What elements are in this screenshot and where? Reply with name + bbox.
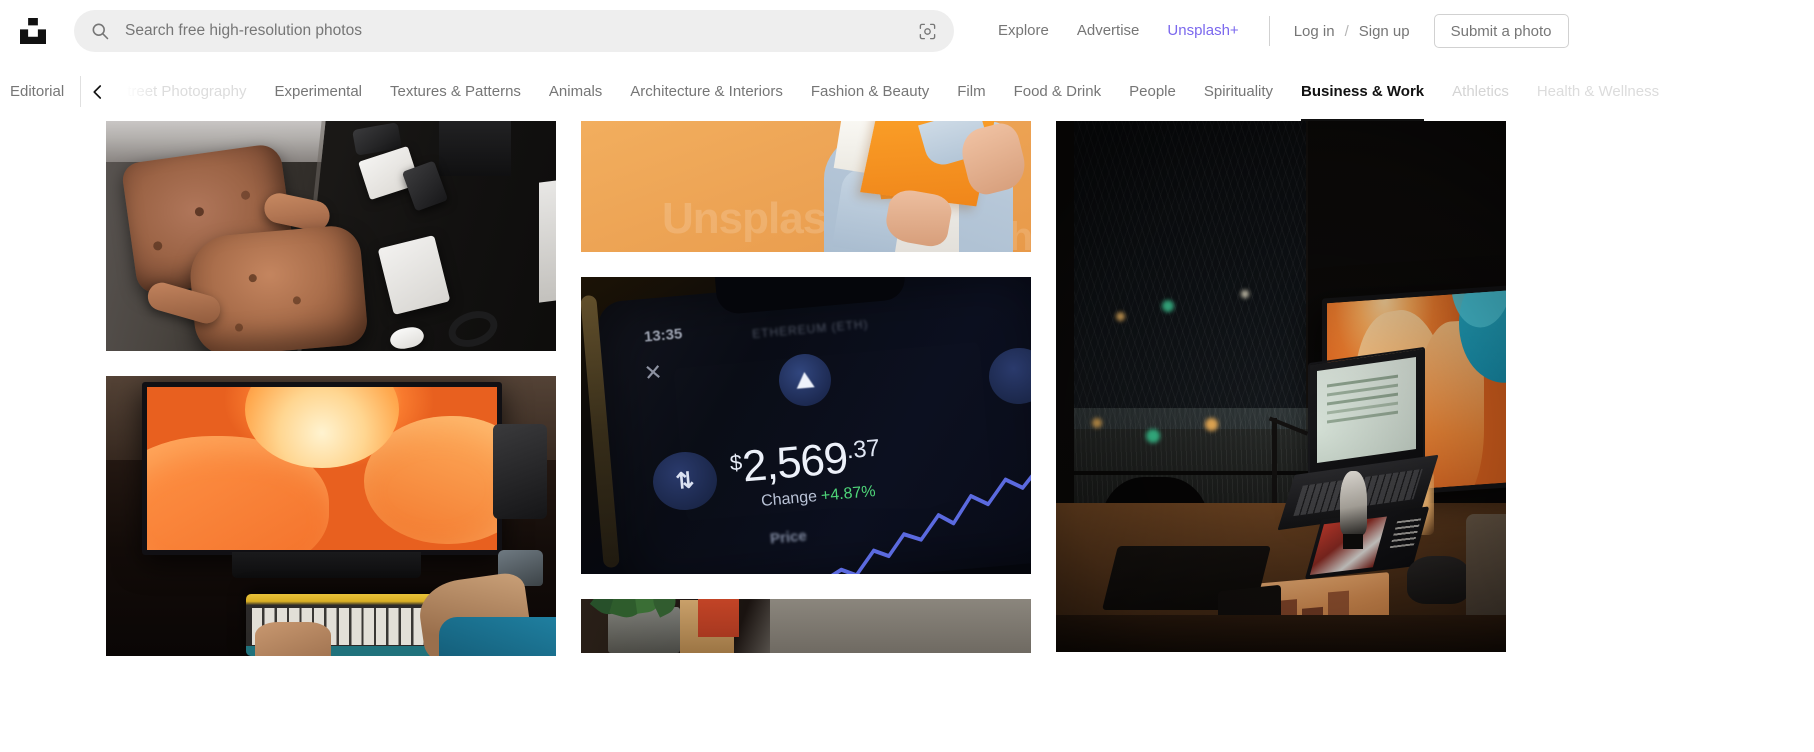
photo-crypto-phone[interactable]: 13:35 ETHEREUM (ETH) ✕ ⇅ $2,569.37 Chang… [581,277,1031,574]
category-item-architecture-interiors[interactable]: Architecture & Interiors [616,62,797,121]
swap-arrows-icon[interactable]: ⇅ [650,449,720,513]
category-item-athletics[interactable]: Athletics [1438,62,1523,121]
category-right-fade [1744,62,1814,121]
grid-column-1 [106,121,556,752]
category-item-film[interactable]: Film [943,62,999,121]
close-x-icon[interactable]: ✕ [643,359,664,387]
header-link-explore[interactable]: Explore [984,0,1063,62]
photo-night-desk-setup[interactable] [1056,121,1506,652]
category-item-health-wellness[interactable]: Health & Wellness [1523,62,1673,121]
photo-grid: Unsplash Unsplash 13:35 ETHEREUM (ETH) ✕… [0,121,1814,752]
header-link-advertise[interactable]: Advertise [1063,0,1154,62]
unsplash-logo[interactable] [10,0,56,62]
crypto-chart-line [824,455,1031,574]
photo-watermark-2: Unsplash [860,215,1031,252]
login-link[interactable]: Log in [1286,23,1343,40]
search-icon [90,21,110,41]
category-nav: Editorial Street Photography Experimenta… [0,62,1814,121]
crypto-action-right[interactable] [986,345,1031,407]
photo-woman-orange-folder[interactable]: Unsplash Unsplash [581,121,1031,252]
phone-status-time: 13:35 [643,325,684,347]
category-item-spirituality[interactable]: Spirituality [1190,62,1287,121]
category-item-textures-patterns[interactable]: Textures & Patterns [376,62,535,121]
auth-group: Log in / Sign up Submit a photo [1286,14,1569,48]
crypto-currency-symbol: $ [728,449,743,476]
photo-watermark: Unsplash [662,194,853,244]
grid-column-3 [1056,121,1506,752]
crypto-price-cents: .37 [844,434,881,465]
category-scroll-area: Street Photography Experimental Textures… [81,62,1814,121]
ethereum-icon [776,352,834,409]
site-header: Explore Advertise Unsplash+ Log in / Sig… [0,0,1814,62]
submit-a-photo-button[interactable]: Submit a photo [1433,14,1569,48]
category-item-people[interactable]: People [1115,62,1190,121]
header-divider [1268,16,1270,46]
signup-link[interactable]: Sign up [1351,23,1418,40]
category-item-fashion-beauty[interactable]: Fashion & Beauty [797,62,943,121]
crypto-price: $2,569.37 [728,431,883,494]
grid-column-2: Unsplash Unsplash 13:35 ETHEREUM (ETH) ✕… [581,121,1031,752]
visual-search-icon[interactable] [914,18,940,44]
search-bar[interactable] [74,10,954,52]
chevron-left-icon [93,84,102,99]
photo-plant-desk-crop[interactable] [581,599,1031,653]
crypto-title: ETHEREUM (ETH) [751,316,870,341]
header-nav: Explore Advertise Unsplash+ [984,0,1253,62]
crypto-change-value: +4.87% [820,482,877,505]
auth-separator: / [1344,22,1349,40]
crypto-price-whole: 2,569 [739,433,849,492]
category-editorial[interactable]: Editorial [10,62,80,121]
category-item-business-work[interactable]: Business & Work [1287,62,1438,121]
category-item-food-drink[interactable]: Food & Drink [1000,62,1116,121]
category-item-animals[interactable]: Animals [535,62,616,121]
photo-brown-office-chair-desk[interactable] [106,121,556,351]
search-input[interactable] [125,10,914,52]
crypto-change-label: Change [760,488,818,510]
header-link-unsplash-plus[interactable]: Unsplash+ [1153,0,1252,62]
crypto-price-tab[interactable]: Price [769,528,807,548]
photo-monitor-orange-wallpaper-keyboard[interactable] [106,376,556,656]
grid-column-4-bleed [1531,121,1814,752]
crypto-change: Change +4.87% [760,483,876,511]
category-scroll-left-button[interactable] [81,62,160,121]
category-item-experimental[interactable]: Experimental [260,62,376,121]
